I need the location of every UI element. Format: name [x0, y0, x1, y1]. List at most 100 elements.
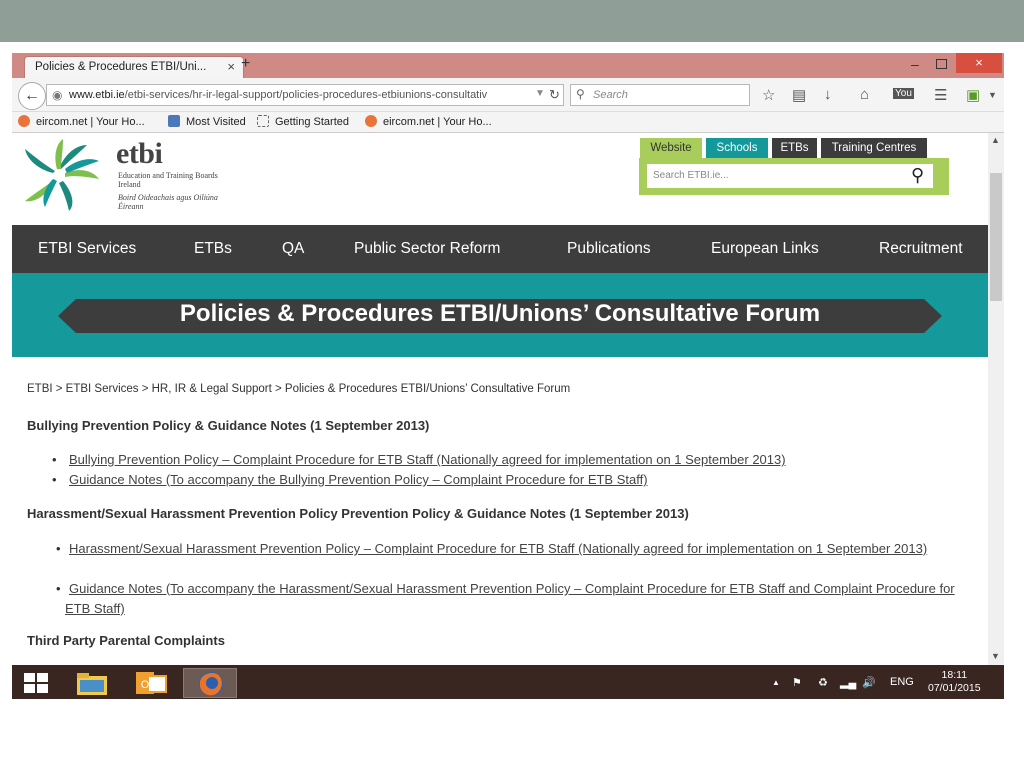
brand-name: etbi: [116, 137, 163, 170]
getting-started-icon: [257, 115, 269, 127]
url-path: /etbi-services/hr-ir-legal-support/polic…: [124, 89, 488, 101]
bookmark-label: Most Visited: [186, 116, 246, 128]
outlook-icon: O: [136, 672, 167, 694]
tab-schools[interactable]: Schools: [706, 138, 768, 158]
eircom-icon: [365, 115, 377, 127]
section-heading: Harassment/Sexual Harassment Prevention …: [27, 506, 689, 521]
brand-subtitle-english: Education and Training Boards Ireland: [118, 171, 218, 189]
tab-training-centres[interactable]: Training Centres: [821, 138, 927, 158]
navigation-toolbar: ← ◉ www.etbi.ie/etbi-services/hr-ir-lega…: [12, 78, 1004, 112]
scroll-down-icon[interactable]: ▼: [991, 651, 1000, 661]
clock-date: 07/01/2015: [928, 682, 981, 694]
nav-item-recruitment[interactable]: Recruitment: [879, 240, 963, 258]
bullet: •: [52, 452, 57, 467]
list-item: • Bullying Prevention Policy – Complaint…: [52, 452, 969, 467]
url-bar[interactable]: ◉ www.etbi.ie/etbi-services/hr-ir-legal-…: [46, 84, 564, 106]
tab-title: Policies & Procedures ETBI/Uni...: [35, 61, 207, 73]
firefox-icon: [199, 672, 223, 696]
title-bar: Policies & Procedures ETBI/Uni... × + – …: [12, 53, 1004, 78]
main-navigation: ETBI Services ETBs QA Public Sector Refo…: [12, 225, 988, 273]
list-item: • Harassment/Sexual Harassment Preventio…: [56, 539, 965, 559]
vertical-scrollbar[interactable]: ▲ ▼: [988, 133, 1004, 665]
tab-etbs[interactable]: ETBs: [772, 138, 817, 158]
list-item: • Guidance Notes (To accompany the Bully…: [52, 472, 969, 487]
nav-item-european-links[interactable]: European Links: [711, 240, 819, 258]
document-link[interactable]: Guidance Notes (To accompany the Harassm…: [65, 581, 955, 616]
maximize-button[interactable]: [936, 59, 947, 69]
windows-start-icon[interactable]: [24, 673, 48, 693]
new-tab-button[interactable]: +: [241, 55, 250, 73]
clock[interactable]: 18:11 07/01/2015: [928, 669, 981, 695]
network-share-icon[interactable]: ♻: [818, 676, 828, 689]
site-tabs: Website Schools ETBs Training Centres: [640, 138, 950, 158]
nav-item-etbs[interactable]: ETBs: [194, 240, 232, 258]
scroll-thumb[interactable]: [990, 173, 1002, 301]
tab-website[interactable]: Website: [640, 138, 702, 158]
brand-subtitle-irish: Boird Oideachais agus Oiliúna Éireann: [118, 193, 218, 211]
tab-close-icon[interactable]: ×: [227, 59, 235, 74]
reload-icon[interactable]: ↻: [549, 87, 560, 103]
url-text[interactable]: www.etbi.ie/etbi-services/hr-ir-legal-su…: [69, 89, 539, 101]
nav-item-public-sector-reform[interactable]: Public Sector Reform: [354, 240, 500, 258]
url-dropdown-icon[interactable]: ▼: [535, 88, 545, 99]
minimize-button[interactable]: –: [911, 56, 919, 72]
browser-tab[interactable]: Policies & Procedures ETBI/Uni... ×: [24, 56, 244, 78]
nav-item-qa[interactable]: QA: [282, 240, 304, 258]
reading-list-icon[interactable]: ▤: [792, 86, 806, 104]
addon-dropdown-icon[interactable]: ▼: [988, 90, 997, 100]
eircom-icon: [18, 115, 30, 127]
bookmark-star-icon[interactable]: ☆: [762, 86, 775, 104]
bullet: •: [56, 581, 61, 596]
file-explorer-taskbar-button[interactable]: [64, 668, 118, 698]
windows-taskbar: O ▲ ⚑ ♻ ▂▄ 🔊 ENG 18:11 07/01/2015: [12, 665, 1004, 699]
close-window-button[interactable]: ×: [956, 53, 1002, 73]
bookmark-item[interactable]: eircom.net | Your Ho...: [365, 115, 492, 128]
breadcrumb: ETBI > ETBI Services > HR, IR & Legal Su…: [27, 383, 571, 395]
bookmark-item[interactable]: Most Visited: [168, 115, 246, 128]
globe-icon: ◉: [52, 88, 63, 102]
menu-icon[interactable]: ☰: [934, 86, 947, 104]
input-language[interactable]: ENG: [890, 676, 914, 688]
bookmark-item[interactable]: Getting Started: [257, 115, 349, 128]
site-search: Search ETBI.ie... ⚲: [639, 158, 949, 195]
svg-text:O: O: [141, 679, 150, 691]
bookmarks-bar: eircom.net | Your Ho... Most Visited Get…: [12, 112, 1004, 133]
page-title: Policies & Procedures ETBI/Unions’ Consu…: [179, 300, 821, 327]
home-icon[interactable]: ⌂: [860, 86, 869, 103]
section-heading: Third Party Parental Complaints: [27, 633, 225, 648]
site-search-input[interactable]: Search ETBI.ie... ⚲: [647, 164, 933, 188]
document-link[interactable]: Guidance Notes (To accompany the Bullyin…: [69, 472, 648, 487]
search-icon[interactable]: ⚲: [911, 165, 924, 186]
document-link[interactable]: Bullying Prevention Policy – Complaint P…: [69, 452, 786, 467]
addon-icon[interactable]: ▣: [966, 86, 980, 104]
youtube-icon[interactable]: You: [893, 88, 914, 99]
bullet: •: [52, 472, 57, 487]
show-hidden-icons[interactable]: ▲: [772, 678, 780, 687]
firefox-taskbar-button[interactable]: [183, 668, 237, 698]
slide-top-band: [0, 0, 1024, 42]
download-icon[interactable]: ↓: [824, 86, 832, 103]
url-host: www.etbi.ie: [69, 89, 125, 101]
back-button[interactable]: ←: [18, 82, 46, 110]
bullet: •: [56, 541, 61, 556]
browser-search-bar[interactable]: ⚲ Search: [570, 84, 750, 106]
page-banner: Policies & Procedures ETBI/Unions’ Consu…: [12, 273, 988, 357]
bookmark-label: Getting Started: [275, 116, 349, 128]
volume-icon[interactable]: 🔊: [862, 676, 876, 689]
bookmark-item[interactable]: eircom.net | Your Ho...: [18, 115, 145, 128]
etbi-logo-icon[interactable]: [16, 139, 102, 211]
outlook-taskbar-button[interactable]: O: [124, 668, 178, 698]
browser-search-placeholder: Search: [593, 89, 628, 101]
nav-item-publications[interactable]: Publications: [567, 240, 651, 258]
search-icon: ⚲: [576, 87, 585, 101]
web-page: etbi Education and Training Boards Irela…: [12, 133, 988, 665]
bookmark-label: eircom.net | Your Ho...: [383, 116, 492, 128]
list-item: • Guidance Notes (To accompany the Haras…: [56, 579, 965, 619]
document-link[interactable]: Harassment/Sexual Harassment Prevention …: [69, 541, 927, 556]
folder-icon: [77, 673, 107, 695]
scroll-up-icon[interactable]: ▲: [991, 135, 1000, 145]
signal-icon[interactable]: ▂▄: [840, 676, 856, 689]
section-heading: Bullying Prevention Policy & Guidance No…: [27, 418, 430, 433]
action-center-flag-icon[interactable]: ⚑: [792, 676, 802, 689]
nav-item-etbi-services[interactable]: ETBI Services: [38, 240, 136, 258]
